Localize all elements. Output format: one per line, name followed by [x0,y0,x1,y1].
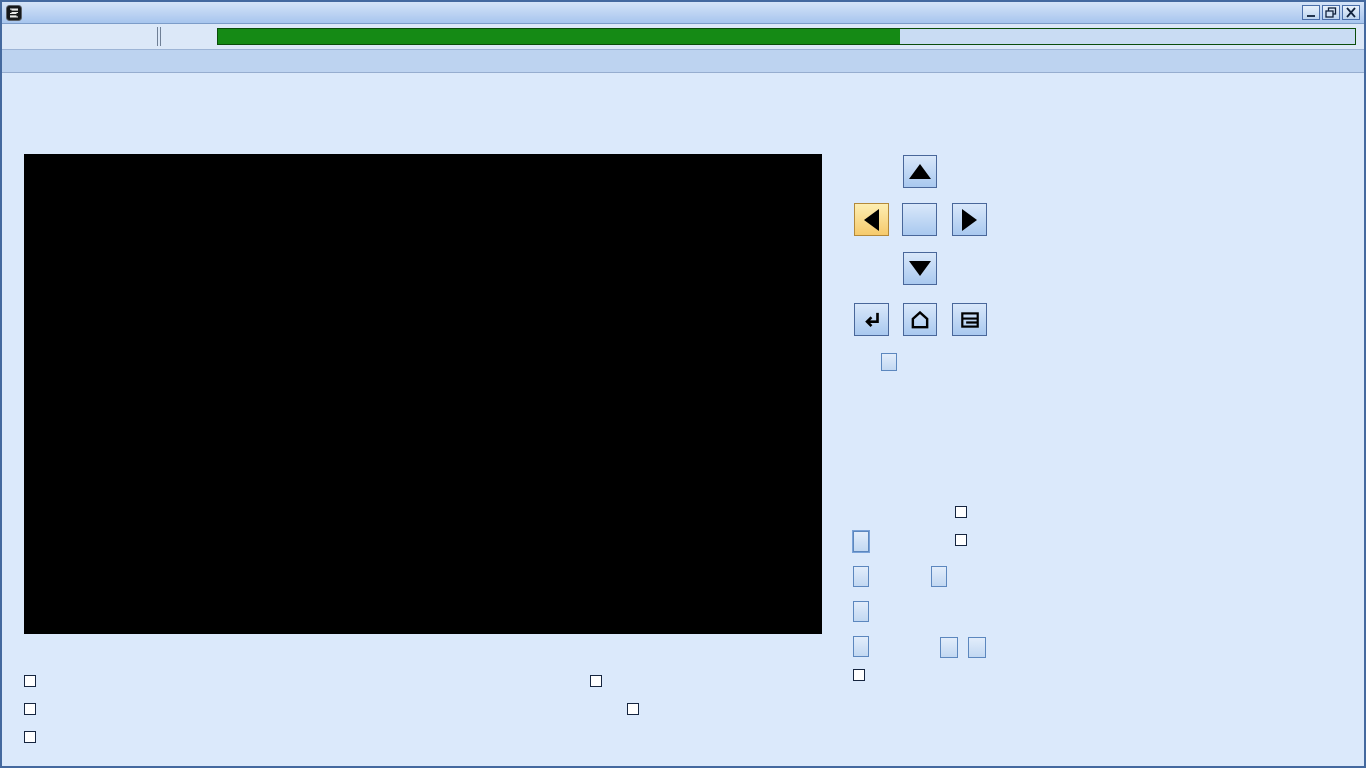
disable-page-tabs-row [955,534,976,546]
enable-leds-checkbox[interactable] [955,506,967,518]
nav-left-button[interactable] [854,203,889,236]
hide-page-checkbox[interactable] [24,675,36,687]
disable-ethernet-checkbox[interactable] [24,703,36,715]
lrd-next-button[interactable] [968,637,986,658]
play-lrd-file-button[interactable] [853,636,869,657]
goto-page-button[interactable] [853,566,869,587]
disable-flash-logging-row [24,731,45,743]
drivers-menu-button[interactable] [881,353,897,371]
nav-down-button[interactable] [903,252,937,285]
up-arrow-icon [909,164,931,179]
disable-editing-all-checkbox[interactable] [590,675,602,687]
nav-home-button[interactable] [903,303,937,336]
app-window [0,0,1366,768]
minimize-button[interactable] [1302,5,1320,20]
right-arrow-icon [962,209,977,231]
use-beacons-row [853,669,874,681]
set-page-name-button[interactable] [853,531,869,552]
math-ops-progress-fill [218,29,900,44]
disable-page-tabs-checkbox[interactable] [955,534,967,546]
disable-editing-page-checkbox[interactable] [627,703,639,715]
menu-icon [959,309,981,331]
down-arrow-icon [909,261,931,276]
nav-ok-button[interactable] [902,203,937,236]
nav-up-button[interactable] [903,155,937,188]
restore-button[interactable] [1322,5,1340,20]
content-area [2,73,1364,763]
sdash-logo-icon [6,5,22,21]
math-ops-progress [217,28,1356,45]
disable-editing-all-row [590,675,611,687]
tab-bar [2,50,1364,73]
use-beacons-checkbox[interactable] [853,669,865,681]
nav-menu-button[interactable] [952,303,987,336]
close-button[interactable] [1342,5,1360,20]
minimize-icon [1305,7,1317,18]
menu-bar [2,24,1364,50]
restore-icon [1325,7,1337,18]
enable-leds-row [955,506,976,518]
close-icon [1345,7,1357,18]
dash-preview[interactable] [24,154,822,634]
set-monitem-value-button[interactable] [853,601,869,622]
nav-back-button[interactable] [854,303,889,336]
disable-editing-page-row [627,703,648,715]
back-icon [861,309,883,331]
left-arrow-icon [864,209,879,231]
nav-right-button[interactable] [952,203,987,236]
move-page-button[interactable] [931,566,947,587]
menu-separator [157,27,161,46]
hide-page-row [24,675,45,687]
lrd-prev-button[interactable] [940,637,958,658]
title-bar[interactable] [2,2,1364,24]
disable-ethernet-row [24,703,45,715]
home-icon [909,309,931,331]
disable-flash-logging-checkbox[interactable] [24,731,36,743]
